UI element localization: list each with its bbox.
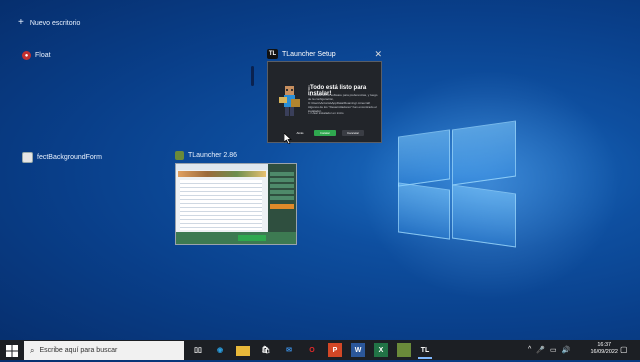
- microphone-icon[interactable]: 🎤: [536, 346, 545, 354]
- window-title: Float: [35, 52, 51, 59]
- window-tlauncher[interactable]: TLauncher 2.86: [175, 151, 237, 160]
- install-button[interactable]: Instalar: [314, 130, 336, 136]
- volume-icon[interactable]: 🔊: [562, 346, 571, 354]
- network-icon[interactable]: ▭: [550, 346, 557, 354]
- scrollbar[interactable]: [251, 66, 254, 86]
- search-placeholder: Escribe aquí para buscar: [39, 347, 118, 354]
- setup-checkbox[interactable]: ☐ Usar instalador en inicio: [308, 111, 344, 115]
- minecraft-icon: [175, 151, 184, 160]
- windows-logo-pane: [398, 182, 450, 240]
- store-icon[interactable]: 🛍: [259, 343, 273, 357]
- tlauncher-window-preview[interactable]: [175, 163, 297, 245]
- form-app-icon: [22, 152, 33, 163]
- taskbar-search[interactable]: ⌕ Escribe aquí para buscar: [24, 341, 184, 360]
- tlauncher-taskbar-icon[interactable]: TL: [418, 343, 432, 359]
- window-title: TLauncher Setup: [282, 50, 336, 58]
- close-icon[interactable]: ✕: [374, 49, 382, 60]
- thumb-banner: [178, 171, 266, 177]
- clock-date: 16/09/2022: [590, 349, 618, 355]
- word-icon[interactable]: W: [351, 343, 365, 357]
- thumb-orange-bar: [270, 204, 294, 209]
- setup-description: Ya instalamos el software para preferenc…: [308, 93, 378, 113]
- windows-logo-pane: [398, 129, 450, 187]
- excel-icon[interactable]: X: [374, 343, 388, 357]
- notification-icon[interactable]: ▢: [620, 345, 628, 354]
- float-app-icon: ●: [22, 51, 31, 60]
- thumb-header: [176, 164, 268, 170]
- windows-logo-pane: [452, 120, 516, 186]
- thumb-bottom-bar: [176, 232, 296, 244]
- mail-icon[interactable]: ✉: [282, 343, 296, 357]
- clock[interactable]: 16:37 16/09/2022: [590, 342, 618, 356]
- system-tray: ^ 🎤 ▭ 🔊: [528, 346, 570, 354]
- tl-app-icon: TL: [267, 49, 278, 59]
- minecraft-icon[interactable]: [397, 343, 411, 357]
- thumb-play-button: [238, 235, 266, 241]
- plus-icon: +: [18, 17, 24, 28]
- setup-window-header[interactable]: TL TLauncher Setup ✕: [267, 48, 382, 60]
- search-icon: ⌕: [30, 345, 35, 355]
- thumb-news-list: [180, 180, 262, 230]
- window-background-form[interactable]: fectBackgroundForm: [22, 152, 102, 163]
- new-desktop-label: Nuevo escritorio: [29, 19, 81, 27]
- checkbox-label: Usar instalador en inicio: [311, 111, 344, 115]
- back-button[interactable]: Atrás: [290, 130, 310, 136]
- window-title: TLauncher 2.86: [188, 152, 238, 159]
- mouse-cursor-icon: [284, 133, 292, 144]
- edge-icon[interactable]: ◉: [213, 343, 227, 357]
- windows-start-icon[interactable]: [6, 344, 18, 357]
- character-illustration: [279, 86, 300, 116]
- thumb-menu: [270, 172, 294, 202]
- setup-window-preview[interactable]: ¡Todo está listo para instalar! Ya insta…: [267, 61, 382, 143]
- window-title: fectBackgroundForm: [37, 154, 102, 161]
- chevron-up-icon[interactable]: ^: [528, 346, 531, 354]
- powerpoint-icon[interactable]: P: [328, 343, 342, 357]
- new-desktop-button[interactable]: + Nuevo escritorio: [18, 17, 81, 28]
- window-float[interactable]: ● Float: [22, 51, 51, 60]
- clock-time: 16:37: [597, 342, 612, 348]
- task-view-icon[interactable]: ▯▯: [191, 343, 205, 357]
- opera-icon[interactable]: O: [305, 343, 319, 357]
- file-explorer-icon[interactable]: [236, 346, 250, 356]
- windows-logo-pane: [452, 184, 516, 248]
- cancel-button[interactable]: Cancelar: [342, 130, 364, 136]
